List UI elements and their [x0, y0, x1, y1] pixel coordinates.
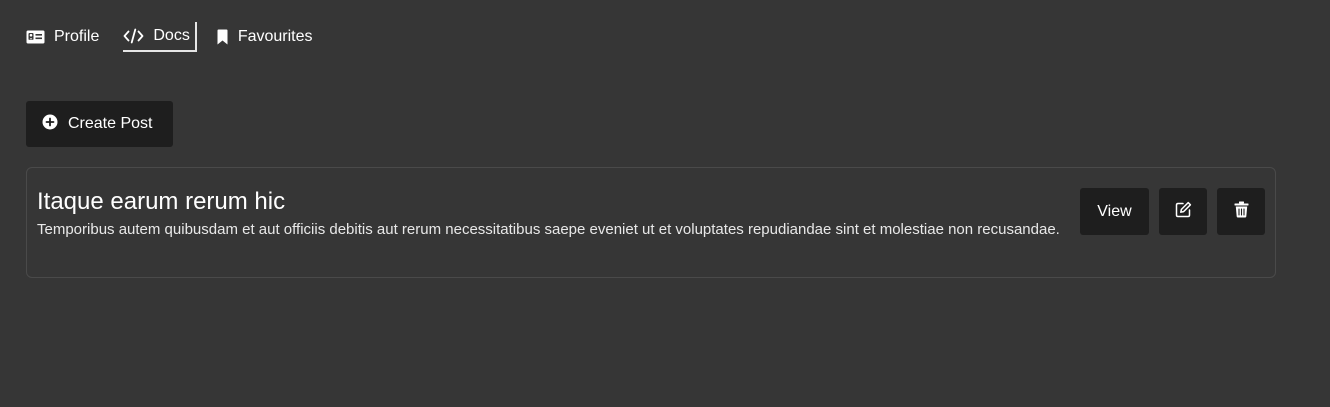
tab-docs[interactable]: Docs: [123, 22, 197, 52]
edit-button[interactable]: [1159, 188, 1207, 235]
create-post-label: Create Post: [68, 115, 153, 132]
tab-profile-label: Profile: [54, 28, 100, 45]
tab-docs-label: Docs: [153, 26, 190, 44]
trash-icon: [1234, 201, 1249, 223]
code-icon: [123, 28, 144, 44]
post-actions: View: [1080, 188, 1265, 235]
create-post-button[interactable]: Create Post: [26, 101, 173, 147]
tab-favourites-label: Favourites: [237, 28, 313, 45]
tab-profile[interactable]: Profile: [26, 23, 99, 51]
plus-circle-icon: [42, 114, 58, 135]
view-button[interactable]: View: [1080, 188, 1149, 235]
bookmark-icon: [216, 29, 229, 45]
delete-button[interactable]: [1217, 188, 1265, 235]
post-body: Temporibus autem quibusdam et aut offici…: [37, 221, 1060, 238]
edit-icon: [1175, 201, 1192, 223]
post-card: Itaque earum rerum hic Temporibus autem …: [26, 167, 1276, 278]
post-title: Itaque earum rerum hic: [37, 188, 286, 215]
tab-favourites[interactable]: Favourites: [216, 23, 313, 51]
id-card-icon: [26, 30, 45, 44]
top-nav: Profile Docs Favourites: [26, 22, 313, 52]
